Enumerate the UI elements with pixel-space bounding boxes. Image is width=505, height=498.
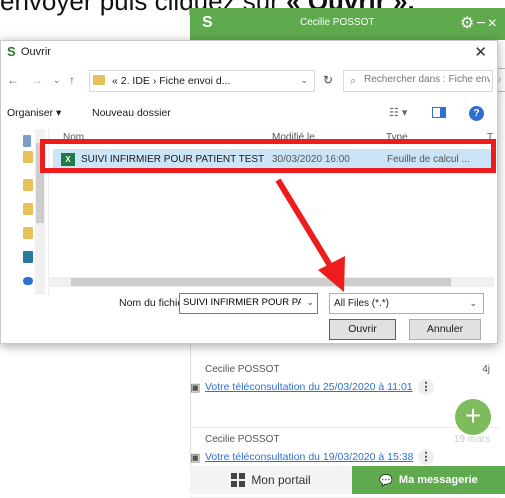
arrow-shaft bbox=[275, 178, 337, 274]
arrow-head bbox=[318, 256, 345, 292]
annotation-arrow bbox=[275, 178, 345, 292]
